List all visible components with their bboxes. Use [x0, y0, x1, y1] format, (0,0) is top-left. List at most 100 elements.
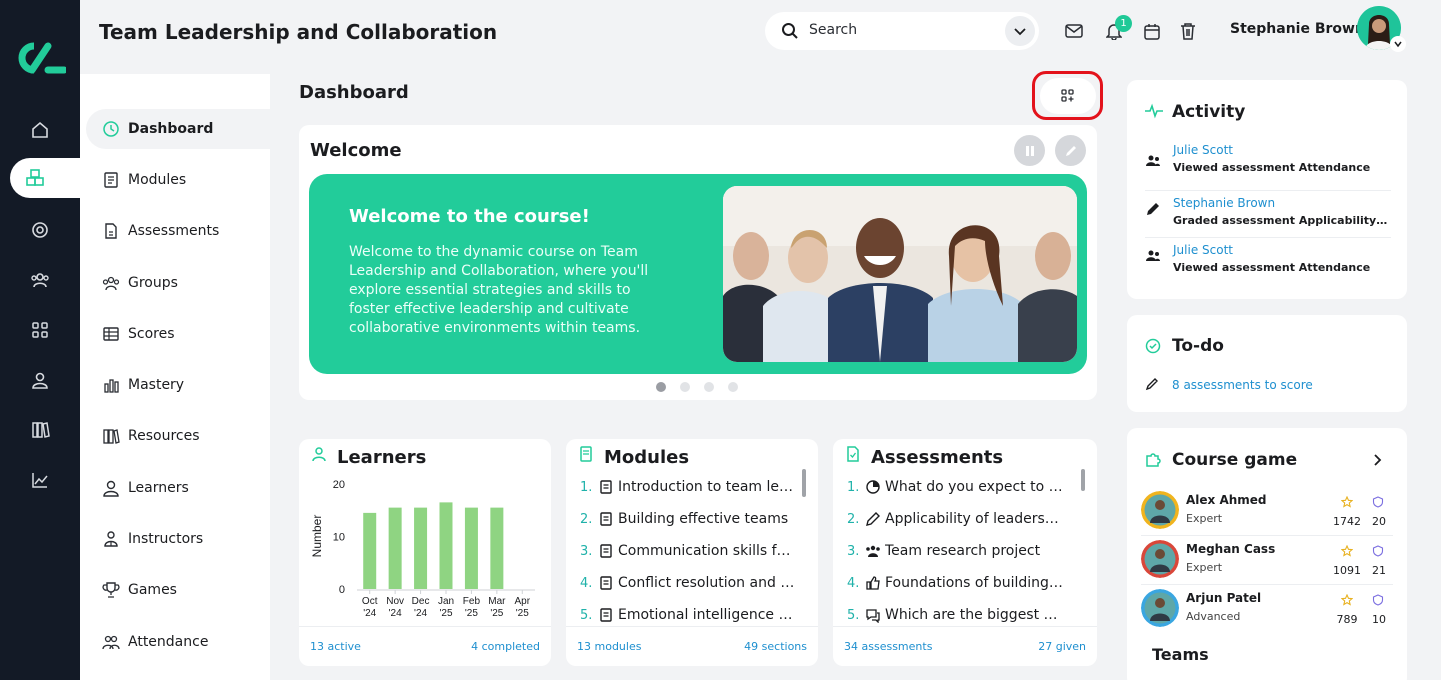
document-check-icon — [847, 446, 859, 462]
leaderboard-row[interactable]: Alex Ahmed Expert 1742 20 — [1141, 488, 1393, 536]
active-count-link[interactable]: 13 active — [310, 640, 361, 653]
sidebar-item-label: Instructors — [128, 531, 204, 547]
activity-item[interactable]: Julie Scott Viewed assessment Attendance — [1145, 143, 1391, 189]
library-icon — [102, 427, 120, 445]
pencil-icon — [1145, 378, 1158, 391]
list-item[interactable]: 4. Foundations of building ... — [847, 573, 1067, 593]
list-item-text: Communication skills fo... — [618, 543, 796, 559]
chevron-down-icon[interactable] — [1005, 16, 1035, 46]
target-icon[interactable] — [24, 214, 56, 246]
list-item[interactable]: 3. Team research project — [847, 541, 1067, 561]
search-placeholder: Search — [809, 22, 858, 38]
people-icon[interactable] — [24, 264, 56, 296]
player-level: Advanced — [1186, 610, 1241, 623]
trash-icon[interactable] — [1177, 20, 1199, 42]
app-logo-icon[interactable] — [14, 40, 66, 76]
assessments-title: Assessments — [871, 447, 1004, 468]
player-level: Expert — [1186, 561, 1223, 574]
sidebar-item-instructors[interactable]: Instructors — [86, 519, 270, 559]
user-icon — [102, 479, 120, 497]
sidebar-item-scores[interactable]: Scores — [86, 314, 270, 354]
activity-user-link[interactable]: Julie Scott — [1173, 143, 1233, 157]
course-game-title: Course game — [1172, 450, 1298, 470]
carousel-dot[interactable] — [704, 382, 714, 392]
mail-icon[interactable] — [1063, 20, 1085, 42]
sidebar-item-assessments[interactable]: Assessments — [86, 211, 270, 251]
chart-bar — [363, 512, 377, 589]
user-icon[interactable] — [24, 364, 56, 396]
pause-button[interactable] — [1014, 135, 1045, 166]
sidebar-item-resources[interactable]: Resources — [86, 416, 270, 456]
sidebar-item-attendance[interactable]: Attendance — [86, 622, 270, 662]
todo-link[interactable]: 8 assessments to score — [1172, 378, 1313, 392]
activity-description: Graded assessment Applicability of ... — [1173, 214, 1391, 227]
activity-item[interactable]: Julie Scott Viewed assessment Attendance — [1145, 237, 1391, 283]
player-score: 1742 — [1333, 515, 1361, 528]
chevron-down-icon[interactable] — [1390, 36, 1406, 52]
player-badges: 10 — [1372, 613, 1386, 626]
list-item[interactable]: 4. Conflict resolution and n... — [580, 573, 800, 593]
given-count-link[interactable]: 27 given — [1038, 640, 1086, 653]
list-item[interactable]: 1. Introduction to team lea... — [580, 477, 800, 497]
sections-count-link[interactable]: 49 sections — [744, 640, 807, 653]
sidebar-item-label: Games — [128, 582, 177, 598]
sidebar-item-dashboard[interactable]: Dashboard — [86, 109, 270, 149]
notification-badge: 1 — [1115, 15, 1132, 32]
activity-title: Activity — [1172, 102, 1246, 122]
learners-title: Learners — [337, 447, 427, 468]
edit-button[interactable] — [1055, 135, 1086, 166]
leaderboard-row[interactable]: Arjun Patel Advanced 789 10 — [1141, 586, 1393, 634]
search-input[interactable]: Search — [765, 12, 1039, 50]
carousel-dot[interactable] — [680, 382, 690, 392]
calendar-icon[interactable] — [1141, 20, 1163, 42]
modules-title: Modules — [604, 447, 690, 468]
apps-icon[interactable] — [24, 314, 56, 346]
sidebar-item-learners[interactable]: Learners — [86, 468, 270, 508]
sidebar-item-label: Scores — [128, 326, 175, 342]
list-item-text: Introduction to team lea... — [618, 479, 796, 495]
sidebar-item-modules[interactable]: Modules — [86, 160, 270, 200]
activity-user-link[interactable]: Stephanie Brown — [1173, 196, 1275, 210]
list-item-text: Team research project — [885, 543, 1041, 559]
carousel-dots — [656, 382, 738, 392]
chevron-right-icon[interactable] — [1371, 454, 1383, 466]
list-item[interactable]: 3. Communication skills fo... — [580, 541, 800, 561]
pie-chart-icon — [865, 479, 885, 495]
completed-count-link[interactable]: 4 completed — [471, 640, 540, 653]
courses-icon[interactable] — [10, 158, 80, 198]
sidebar-item-label: Learners — [128, 480, 189, 496]
user-name[interactable]: Stephanie Brown — [1230, 21, 1365, 37]
chart-bar — [490, 507, 504, 589]
team-photo — [723, 186, 1077, 362]
sidebar-item-mastery[interactable]: Mastery — [86, 365, 270, 405]
carousel-dot[interactable] — [728, 382, 738, 392]
library-icon[interactable] — [24, 414, 56, 446]
learners-chart: Number 0 10 20 Oct '24 Nov '24 Dec '24 Jan '25 Feb '2… — [310, 479, 535, 619]
list-item[interactable]: 1. What do you expect to le... — [847, 477, 1067, 497]
list-item-text: What do you expect to le... — [885, 479, 1063, 495]
list-item[interactable]: 5. Which are the biggest a... — [847, 605, 1067, 625]
sidebar-item-games[interactable]: Games — [86, 570, 270, 610]
carousel-dot[interactable] — [656, 382, 666, 392]
assessments-count-link[interactable]: 34 assessments — [844, 640, 932, 653]
banner-text: Welcome to the dynamic course on Team Le… — [349, 244, 649, 336]
x-tick-label: Nov '24 — [386, 596, 404, 619]
leaderboard-row[interactable]: Meghan Cass Expert 1091 21 — [1141, 537, 1393, 585]
analytics-icon[interactable] — [24, 464, 56, 496]
list-number: 3. — [847, 543, 860, 559]
home-icon[interactable] — [24, 114, 56, 146]
activity-item[interactable]: Stephanie Brown Graded assessment Applica… — [1145, 190, 1391, 236]
sidebar-item-groups[interactable]: Groups — [86, 263, 270, 303]
teams-title: Teams — [1152, 645, 1209, 664]
scrollbar[interactable] — [802, 469, 806, 497]
todo-title: To-do — [1172, 336, 1224, 356]
activity-user-link[interactable]: Julie Scott — [1173, 243, 1233, 257]
list-item[interactable]: 2. Building effective teams — [580, 509, 800, 529]
document-icon — [102, 222, 120, 240]
list-item[interactable]: 2. Applicability of leadershi... — [847, 509, 1067, 529]
scrollbar[interactable] — [1081, 469, 1085, 491]
modules-count-link[interactable]: 13 modules — [577, 640, 641, 653]
list-item[interactable]: 5. Emotional intelligence in... — [580, 605, 800, 625]
sidebar-item-label: Attendance — [128, 634, 209, 650]
course-title: Team Leadership and Collaboration — [99, 20, 498, 44]
